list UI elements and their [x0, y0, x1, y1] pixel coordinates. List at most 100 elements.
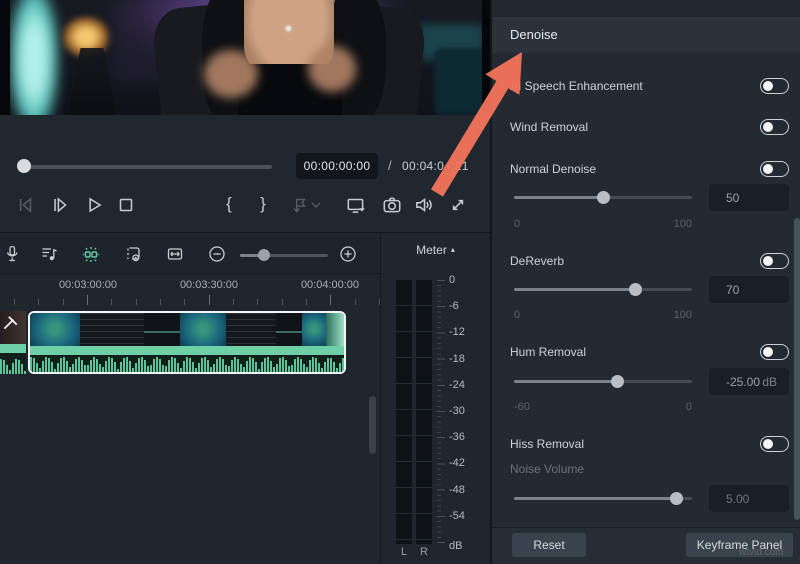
waveform-bar [225, 365, 227, 372]
noise-volume-value[interactable]: 5.00 [709, 485, 789, 512]
dereverb-slider[interactable] [514, 282, 692, 296]
zoom-out-button[interactable] [205, 242, 229, 266]
waveform-bar [75, 359, 77, 372]
timeline-vertical-scrollbar[interactable] [369, 396, 376, 454]
waveform-bar [63, 357, 65, 372]
play-button[interactable] [82, 193, 106, 217]
meter-ticks-major [437, 280, 445, 545]
waveform-bar [213, 364, 215, 372]
dereverb-range: 0100 [514, 309, 692, 321]
render-preview-button[interactable] [121, 242, 145, 266]
waveform-bar [318, 363, 320, 372]
waveform-bar [48, 358, 50, 372]
chevron-down-icon[interactable] [308, 193, 324, 217]
waveform-bar [0, 359, 2, 374]
seek-bar[interactable] [20, 165, 272, 169]
display-mode-button[interactable] [344, 193, 368, 217]
waveform-bar [291, 365, 293, 372]
waveform-bar [150, 365, 152, 372]
snapshot-camera-button[interactable] [380, 193, 404, 217]
waveform-bar [18, 360, 20, 374]
meter-scale-label: -6 [449, 300, 459, 312]
fit-timeline-button[interactable] [163, 242, 187, 266]
meter-scale-label: -18 [449, 353, 465, 365]
hum-removal-value[interactable]: -25.00dB [709, 368, 789, 395]
hum-removal-toggle[interactable] [760, 344, 789, 360]
waveform-bar [183, 361, 185, 372]
waveform-bar [330, 358, 332, 372]
wind-removal-toggle[interactable] [760, 119, 789, 135]
hiss-removal-toggle[interactable] [760, 436, 789, 452]
ruler-tick [111, 299, 112, 305]
waveform-bar [189, 358, 191, 372]
waveform-bar [297, 357, 299, 372]
waveform-bar [312, 357, 314, 372]
waveform-bar [81, 360, 83, 372]
waveform-bar [270, 361, 272, 372]
timeline-zoom-handle[interactable] [258, 249, 270, 261]
meter-unit-label: dB [449, 540, 462, 552]
waveform-bar [9, 370, 11, 374]
waveform-bar [72, 364, 74, 372]
selected-video-clip[interactable] [28, 311, 346, 374]
waveform-bar [195, 368, 197, 372]
meter-scale-label: -24 [449, 379, 465, 391]
waveform-bar [138, 358, 140, 372]
meter-scale-label: -12 [449, 326, 465, 338]
waveform-bar [201, 358, 203, 372]
volume-button[interactable] [412, 193, 436, 217]
panel-scrollbar[interactable] [794, 218, 800, 520]
waveform-bar [51, 362, 53, 372]
reset-button[interactable]: Reset [512, 533, 586, 557]
quick-split-button[interactable] [79, 242, 103, 266]
waveform-bar [249, 357, 251, 372]
denoise-panel-header[interactable]: Denoise [492, 17, 800, 53]
waveform-bar [252, 358, 254, 372]
ai-speech-label: AI Speech Enhancement [510, 79, 643, 93]
waveform-bar [288, 366, 290, 372]
previous-clip-fragment[interactable] [0, 311, 26, 374]
mark-in-button[interactable]: { [222, 192, 236, 216]
ruler-tick [257, 299, 258, 305]
ruler-timestamp: 00:04:00:00 [301, 279, 359, 291]
watermark: wtvid.com [739, 547, 783, 558]
clip-thumbnails [30, 313, 344, 346]
stop-button[interactable] [114, 193, 138, 217]
waveform-bar [306, 367, 308, 372]
collapse-caret-icon: ▴ [451, 245, 455, 254]
fullscreen-button[interactable] [446, 193, 470, 217]
waveform-bar [33, 358, 35, 372]
waveform-bar [342, 358, 344, 372]
ruler-tick [160, 299, 161, 305]
timeline-ruler[interactable]: 00:03:00:0000:03:30:0000:04:00:00 [0, 274, 380, 306]
meter-scale-label: 0 [449, 274, 455, 286]
waveform-bar [42, 361, 44, 372]
dereverb-toggle[interactable] [760, 253, 789, 269]
seek-handle[interactable] [17, 159, 31, 173]
normal-denoise-slider[interactable] [514, 190, 692, 204]
normal-denoise-value[interactable]: 50 [709, 184, 789, 211]
waveform-bar [186, 357, 188, 372]
waveform-bar [39, 368, 41, 372]
hum-removal-slider[interactable] [514, 374, 692, 388]
noise-volume-slider[interactable] [514, 491, 692, 505]
previous-frame-button[interactable] [13, 193, 37, 217]
ai-speech-toggle[interactable] [760, 78, 789, 94]
normal-denoise-label: Normal Denoise [510, 162, 596, 176]
waveform-bar [180, 368, 182, 372]
normal-denoise-toggle[interactable] [760, 161, 789, 177]
waveform-bar [3, 360, 5, 374]
next-frame-button[interactable] [48, 193, 72, 217]
audio-mixer-button[interactable] [37, 242, 61, 266]
waveform-bar [255, 362, 257, 372]
current-timecode[interactable]: 00:00:00:00 [296, 153, 378, 179]
dereverb-value[interactable]: 70 [709, 276, 789, 303]
record-voiceover-button[interactable] [0, 242, 24, 266]
zoom-in-button[interactable] [336, 242, 360, 266]
mark-out-button[interactable]: } [256, 192, 270, 216]
waveform-bar [108, 357, 110, 372]
hum-unit-label: dB [762, 375, 777, 389]
meter-header[interactable]: Meter▴ [381, 243, 490, 257]
waveform-bar [231, 360, 233, 372]
waveform-bar [144, 360, 146, 372]
